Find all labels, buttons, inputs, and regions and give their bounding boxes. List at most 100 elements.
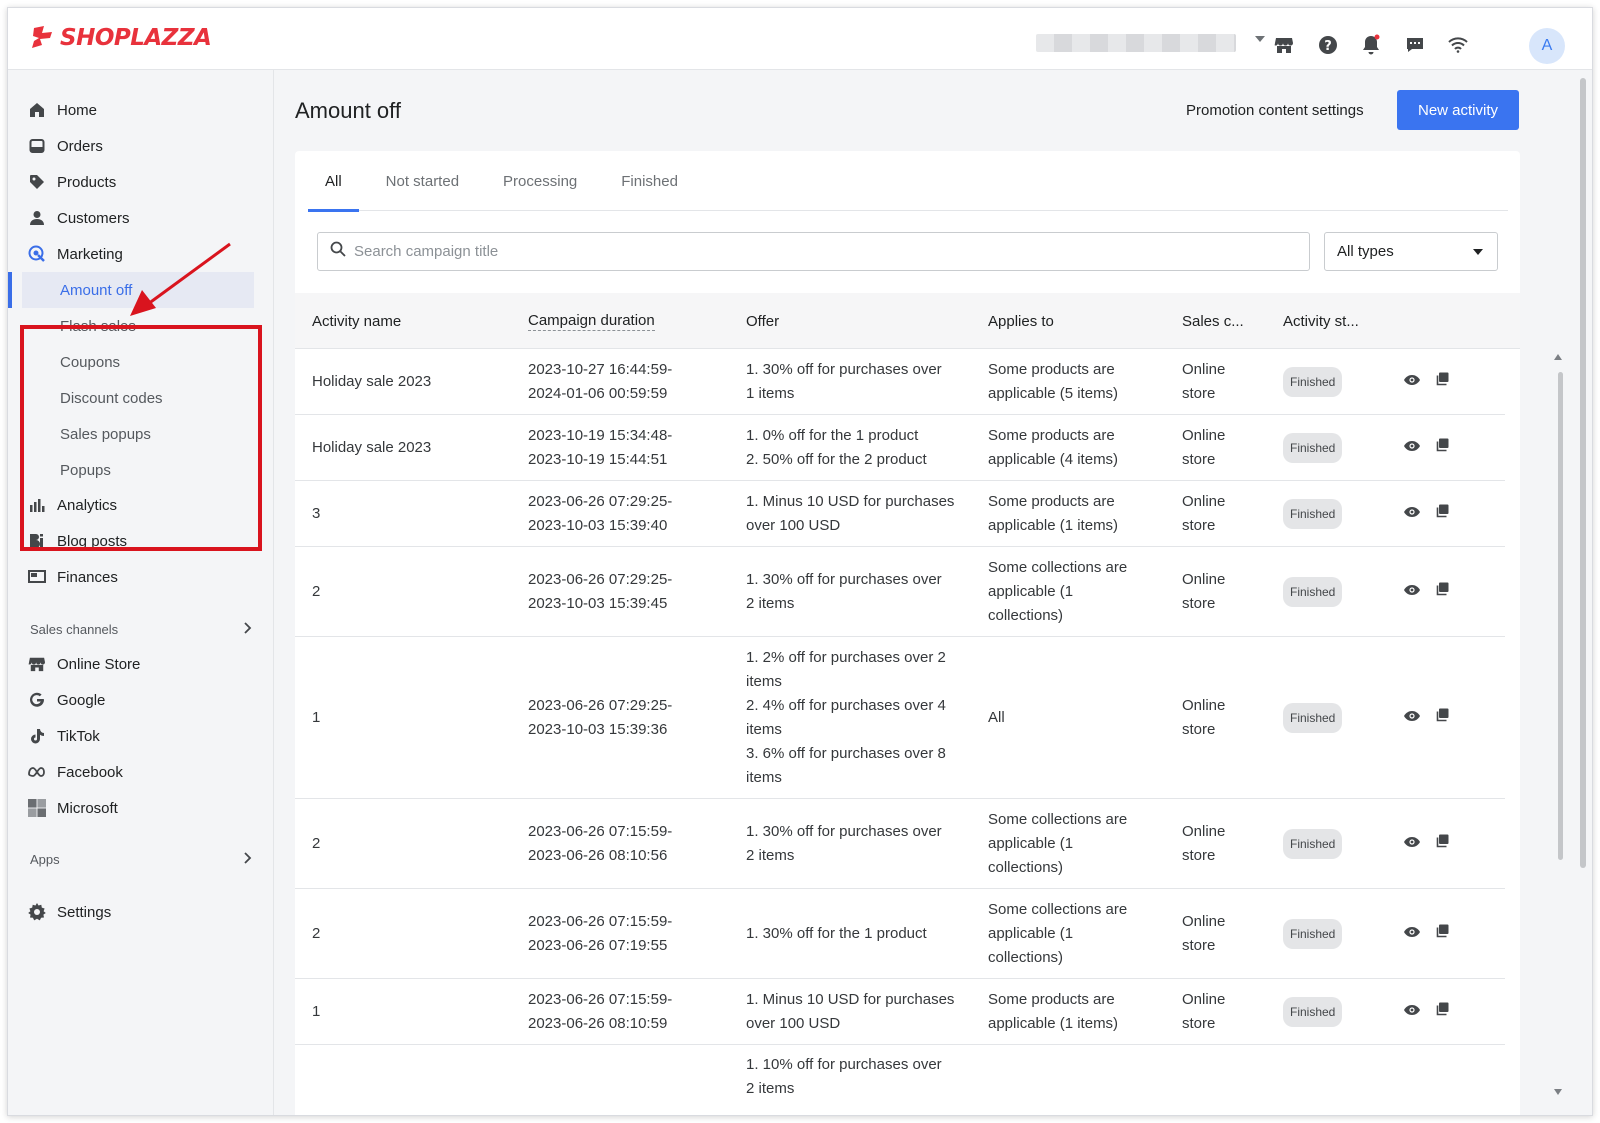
eye-icon[interactable]	[1403, 706, 1421, 730]
tab-finished[interactable]: Finished	[604, 151, 695, 211]
applies-to-cell-line: Some products are	[988, 492, 1115, 510]
sidebar-item-finances[interactable]: Finances	[8, 559, 274, 595]
table-row[interactable]: 1 2023-06-26 07:15:59- 2023-06-26 08:10:59…	[295, 979, 1505, 1045]
copy-icon[interactable]	[1435, 580, 1449, 604]
campaign-duration-cell-line: 2023-06-26 08:10:59	[528, 1014, 668, 1032]
apps-header[interactable]: Apps	[30, 852, 252, 867]
campaign-duration-cell: 2023-06-26 07:15:59- 2023-06-26 08:10:56	[528, 799, 672, 888]
eye-icon[interactable]	[1403, 580, 1421, 604]
tab-all[interactable]: All	[308, 151, 359, 212]
column-header-activity-name[interactable]: Activity name	[312, 293, 401, 349]
table-row[interactable]: Holiday sale 2023 2023-10-27 16:44:59- 202…	[295, 349, 1505, 415]
copy-icon[interactable]	[1435, 502, 1449, 526]
offer-cell: 1. 30% off for purchases over 1 items	[746, 349, 942, 414]
table-row[interactable]: 2 2023-06-26 07:15:59- 2023-06-26 07:19:55…	[295, 889, 1505, 979]
table-scrollbar[interactable]	[1558, 372, 1563, 860]
sales-channel-cell: Online store	[1182, 481, 1225, 546]
meta-icon	[28, 763, 46, 781]
marketing-icon	[28, 245, 46, 263]
page-scrollbar[interactable]	[1580, 78, 1586, 868]
shoplazza-logo[interactable]: SHOPLAZZA	[30, 24, 212, 52]
tab-processing[interactable]: Processing	[486, 151, 594, 211]
column-header-campaign-duration[interactable]: Campaign duration	[528, 293, 655, 349]
offer-cell-line: 1. 2% off for purchases over 2	[746, 648, 946, 666]
eye-icon[interactable]	[1403, 922, 1421, 946]
applies-to-cell-line: applicable (1	[988, 834, 1074, 852]
sidebar-item-google[interactable]: Google	[8, 682, 274, 718]
chevron-down-icon[interactable]	[1255, 36, 1265, 42]
new-activity-button[interactable]: New activity	[1397, 90, 1519, 130]
table-row[interactable]: 2 2023-06-26 07:15:59- 2023-06-26 08:10:56…	[295, 799, 1505, 889]
tab-not-started[interactable]: Not started	[369, 151, 476, 211]
offer-cell-line: 3. 6% off for purchases over 8	[746, 744, 946, 762]
sidebar-item-orders[interactable]: Orders	[8, 128, 274, 164]
applies-to-cell: All	[988, 637, 1005, 798]
eye-icon[interactable]	[1403, 370, 1421, 394]
row-actions	[1403, 979, 1449, 1044]
activities-card: All Not started Processing Finished All …	[295, 151, 1520, 1115]
sales-channels-label: Sales channels	[30, 622, 119, 637]
status-badge: Finished	[1283, 366, 1343, 397]
offer-cell: 1. 2% off for purchases over 2 items 2. 4%…	[746, 637, 946, 798]
copy-icon[interactable]	[1435, 436, 1449, 460]
tag-icon	[28, 173, 46, 191]
store-icon[interactable]	[1273, 34, 1295, 56]
promotion-content-settings-link[interactable]: Promotion content settings	[1186, 102, 1364, 119]
copy-icon[interactable]	[1435, 922, 1449, 946]
campaign-duration-cell-line: 2023-06-26 07:15:59-	[528, 822, 673, 840]
sidebar-item-online-store[interactable]: Online Store	[8, 646, 274, 682]
activity-name-cell: 2	[312, 834, 321, 852]
eye-icon[interactable]	[1403, 502, 1421, 526]
type-filter-value: All types	[1337, 243, 1394, 260]
avatar[interactable]: A	[1529, 28, 1565, 64]
scroll-down-icon[interactable]	[1554, 1089, 1562, 1095]
status-cell: Finished	[1283, 349, 1343, 414]
offer-cell-line: 2 items	[746, 846, 795, 864]
offer-cell-line: 1. Minus 10 USD for purchases	[746, 492, 955, 510]
scroll-up-icon[interactable]	[1554, 354, 1562, 360]
sidebar-item-facebook[interactable]: Facebook	[8, 754, 274, 790]
sales-channel-cell: Online store	[1182, 349, 1225, 414]
sidebar-item-tiktok[interactable]: TikTok	[8, 718, 274, 754]
column-header-offer[interactable]: Offer	[746, 293, 779, 349]
status-cell: Finished	[1283, 637, 1343, 798]
type-filter-select[interactable]: All types	[1324, 232, 1498, 271]
activity-name-cell: Holiday sale 2023	[312, 438, 432, 456]
sales-channels-header[interactable]: Sales channels	[30, 622, 252, 637]
eye-icon[interactable]	[1403, 832, 1421, 856]
column-header-applies-to[interactable]: Applies to	[988, 293, 1054, 349]
sidebar-item-customers[interactable]: Customers	[8, 200, 274, 236]
applies-to-cell-line: Some products are	[988, 426, 1115, 444]
copy-icon[interactable]	[1435, 706, 1449, 730]
copy-icon[interactable]	[1435, 832, 1449, 856]
gear-icon	[28, 903, 46, 921]
eye-icon[interactable]	[1403, 436, 1421, 460]
campaign-duration-cell-line: 2023-06-26 07:29:25-	[528, 492, 673, 510]
wifi-icon[interactable]	[1447, 34, 1469, 56]
sales-channel-cell-line: store	[1182, 450, 1216, 468]
column-header-sales-channel[interactable]: Sales c...	[1182, 293, 1244, 349]
chat-icon[interactable]	[1404, 34, 1426, 56]
sidebar-item-home[interactable]: Home	[8, 92, 274, 128]
eye-icon[interactable]	[1403, 1000, 1421, 1024]
sidebar-item-settings[interactable]: Settings	[8, 894, 274, 930]
row-actions	[1403, 415, 1449, 480]
sidebar-item-microsoft[interactable]: Microsoft	[8, 790, 274, 826]
column-header-activity-status[interactable]: Activity st...	[1283, 293, 1359, 349]
copy-icon[interactable]	[1435, 1000, 1449, 1024]
status-cell: Finished	[1283, 547, 1343, 636]
search-input[interactable]	[354, 243, 1254, 260]
help-icon[interactable]: ?	[1317, 34, 1339, 56]
table-row[interactable]: Holiday sale 2023 2023-10-19 15:34:48- 202…	[295, 415, 1505, 481]
copy-icon[interactable]	[1435, 370, 1449, 394]
table-row[interactable]: 2 2023-06-26 07:29:25- 2023-10-03 15:39:45…	[295, 547, 1505, 637]
table-row[interactable]: 1 2023-06-26 07:29:25- 2023-10-03 15:39:36…	[295, 637, 1505, 799]
offer-cell-line: items	[746, 672, 782, 690]
sidebar-item-products[interactable]: Products	[8, 164, 274, 200]
table-row[interactable]: 3 2023-06-26 07:29:25- 2023-10-03 15:39:40…	[295, 481, 1505, 547]
sidebar-item-label: Facebook	[57, 763, 123, 781]
status-cell: Finished	[1283, 799, 1343, 888]
bell-icon[interactable]	[1360, 34, 1382, 56]
table-row[interactable]: 1. 10% off for purchases over 2 items	[295, 1045, 1505, 1115]
store-selector[interactable]	[1036, 34, 1236, 52]
